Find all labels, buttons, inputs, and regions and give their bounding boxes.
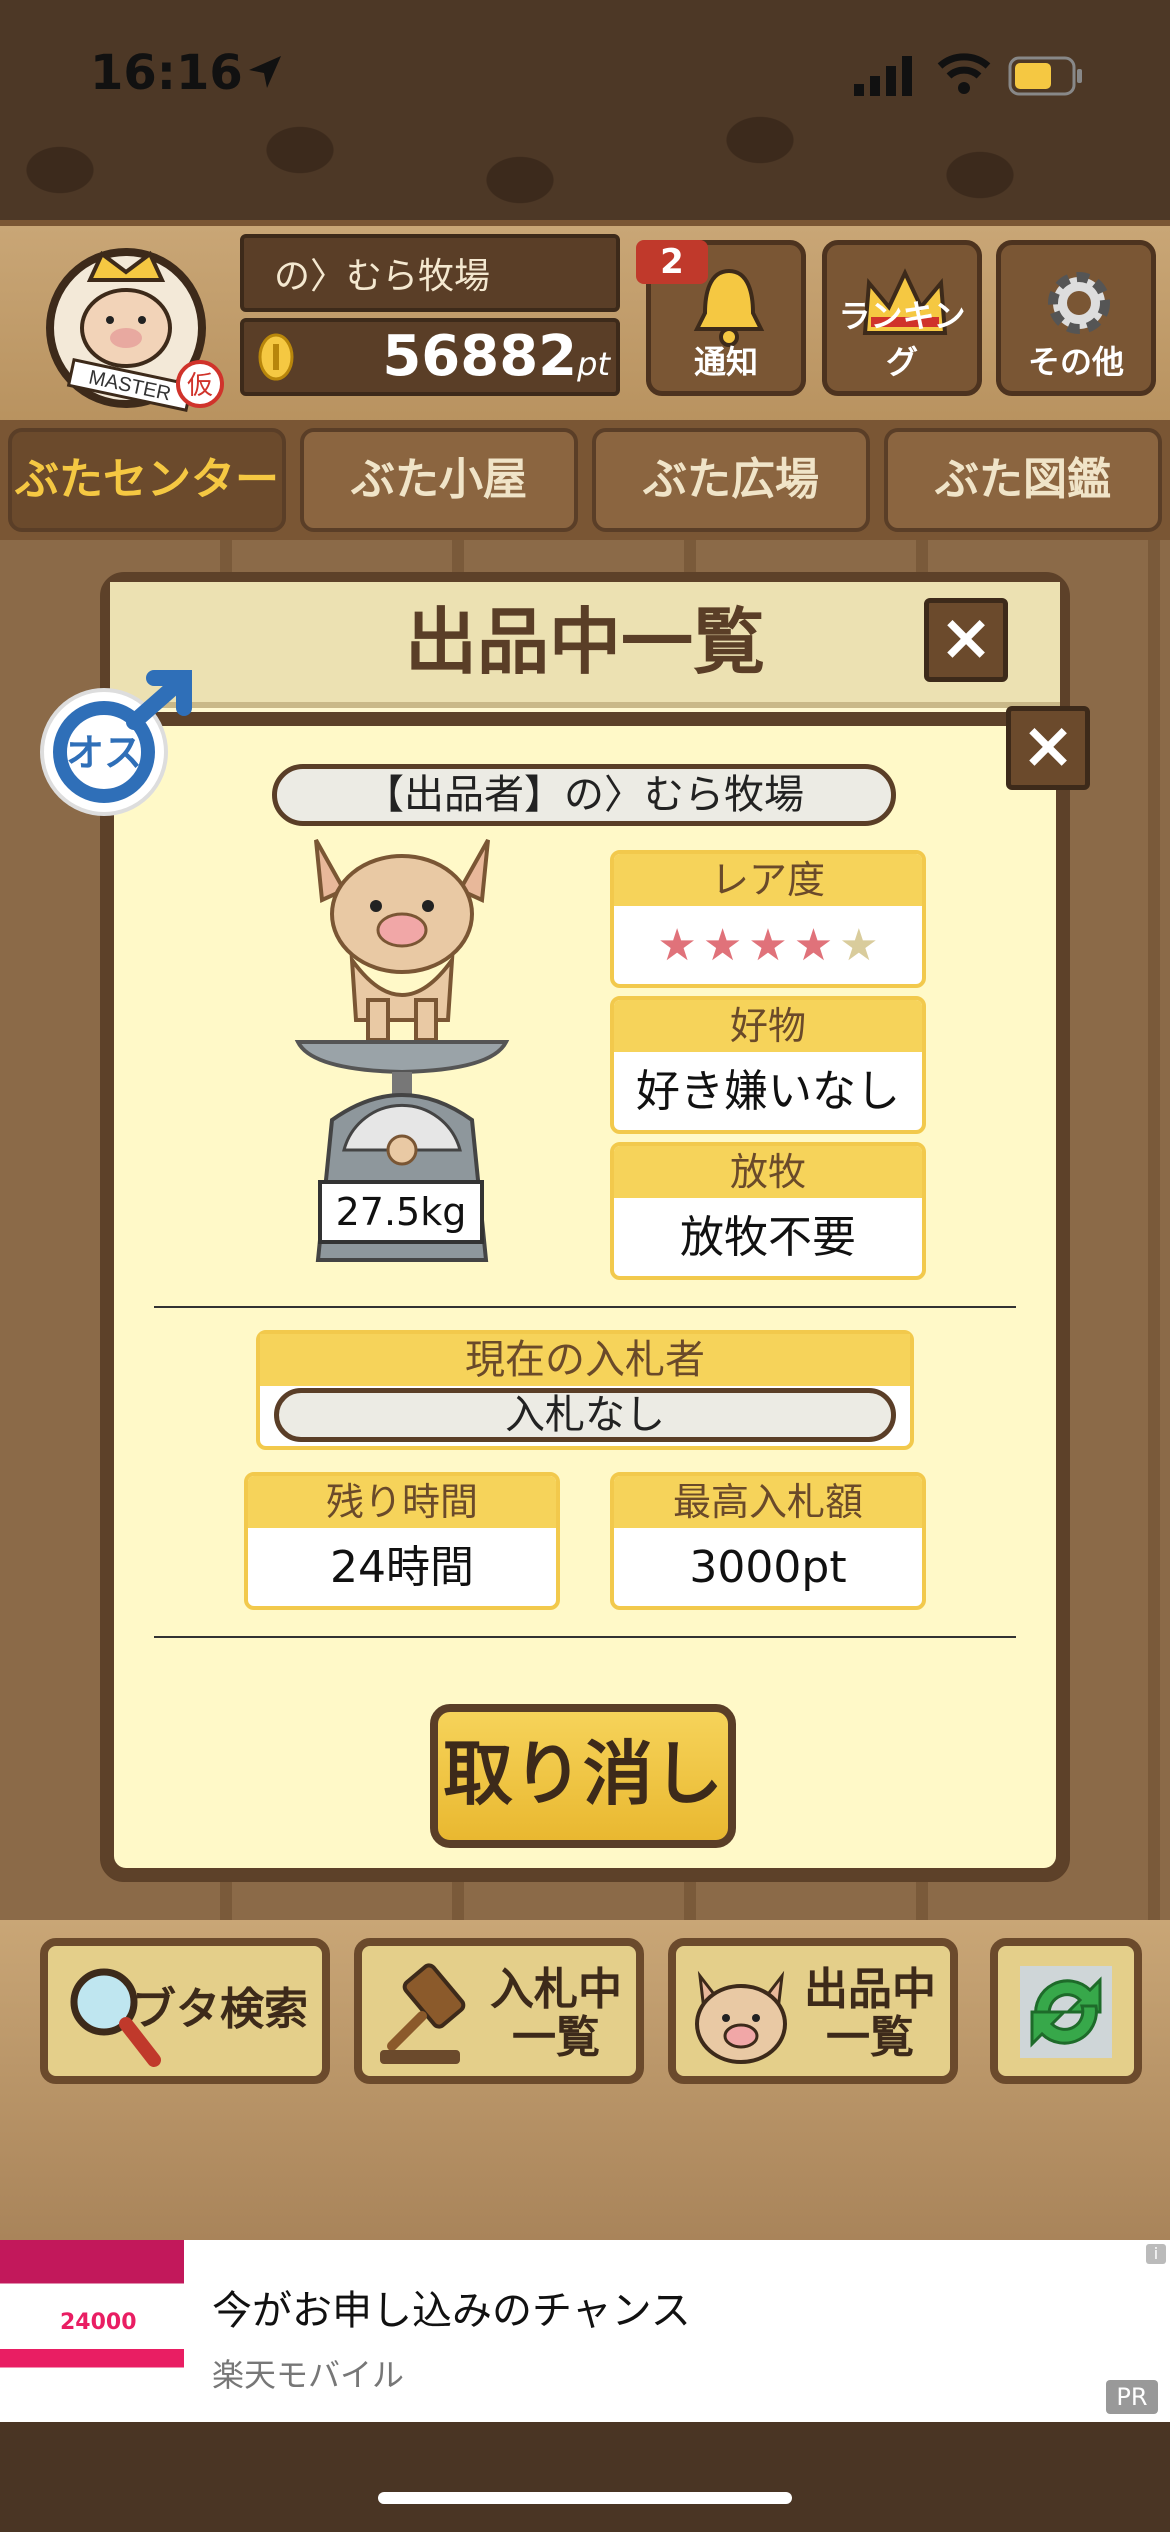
time-left-value: 24時間 [330, 1542, 474, 1593]
pig-weight: 27.5kg [318, 1180, 484, 1244]
max-bid-label: 最高入札額 [614, 1476, 922, 1528]
ad-image-amount: 24000 [60, 2310, 137, 2335]
tab-buta-barn[interactable]: ぶた小屋 [300, 428, 578, 532]
rarity-label: レア度 [614, 854, 922, 906]
bidder-label: 現在の入札者 [260, 1334, 910, 1386]
star-empty-icon: ★ [839, 920, 879, 971]
ranking-label: ランキング [838, 297, 966, 381]
pig-search-button[interactable]: ブタ検索 [40, 1938, 330, 2084]
points-value: 56882pt [300, 318, 610, 396]
tab-buta-center[interactable]: ぶたセンター [8, 428, 286, 532]
points-unit: pt [577, 345, 610, 383]
cellular-signal-icon [854, 56, 912, 96]
favorite-value: 好き嫌いなし [636, 1066, 900, 1117]
listing-list-label: 出品中 一覧 [804, 1966, 936, 2062]
listing-list-label-1: 出品中 [804, 1964, 936, 2015]
bidding-list-label-1: 入札中 [490, 1964, 622, 2015]
cancel-listing-button[interactable]: 取り消し [430, 1704, 736, 1848]
grazing-value: 放牧不要 [680, 1212, 856, 1263]
gear-icon [1048, 272, 1110, 334]
max-bid-value: 3000pt [689, 1542, 847, 1593]
master-badge-avatar[interactable]: MASTER 仮 [30, 232, 230, 412]
home-indicator[interactable] [378, 2492, 792, 2504]
bidding-list-label: 入札中 一覧 [490, 1966, 622, 2062]
badge-mark: 仮 [187, 371, 213, 401]
notification-count-badge: 2 [636, 240, 708, 284]
ad-pr-label: PR [1106, 2380, 1158, 2414]
rarity-stars: ★ ★ ★ ★ ★ [614, 906, 922, 984]
max-bid-box: 最高入札額 3000pt [610, 1472, 926, 1610]
time-left-label: 残り時間 [248, 1476, 556, 1528]
star-filled-icon: ★ [702, 920, 743, 971]
bidder-value: 入札なし [274, 1388, 896, 1442]
ad-image[interactable]: 24000 [0, 2240, 184, 2422]
star-filled-icon: ★ [748, 920, 788, 971]
male-gender-icon: オス [40, 670, 192, 816]
bidding-list-button[interactable]: 入札中 一覧 [354, 1938, 644, 2084]
current-bidder-box: 現在の入札者 入札なし [256, 1330, 914, 1450]
battery-icon [1008, 56, 1082, 96]
ranking-button[interactable]: ランキング [822, 240, 982, 396]
tab-buta-plaza[interactable]: ぶた広場 [592, 428, 870, 532]
time-left-box: 残り時間 24時間 [244, 1472, 560, 1610]
listing-list-button[interactable]: 出品中 一覧 [668, 1938, 958, 2084]
points-number: 56882 [382, 324, 578, 389]
ad-advertiser: 楽天モバイル [212, 2356, 405, 2394]
pig-search-label: ブタ検索 [132, 1984, 308, 2035]
star-filled-icon: ★ [793, 920, 834, 971]
favorite-label: 好物 [614, 1000, 922, 1052]
star-filled-icon: ★ [657, 920, 697, 971]
gavel-icon [380, 1963, 466, 2064]
wifi-icon [937, 53, 991, 94]
other-label: その他 [1027, 343, 1124, 381]
divider [154, 1306, 1016, 1308]
close-detail-button[interactable]: × [1006, 706, 1090, 790]
favorite-food-box: 好物 好き嫌いなし [610, 996, 926, 1134]
location-arrow-icon [249, 56, 281, 88]
close-listing-button[interactable]: × [924, 598, 1008, 682]
status-bar: 16:16 [0, 0, 1170, 150]
modal-title: 出品中一覧 [110, 582, 1060, 708]
tab-buta-encyclopedia[interactable]: ぶた図鑑 [884, 428, 1162, 532]
refresh-button[interactable] [990, 1938, 1142, 2084]
refresh-icon [1020, 1966, 1112, 2058]
farm-name: の〉むら牧場 [240, 234, 620, 312]
ad-title[interactable]: 今がお申し込みのチャンス [212, 2278, 691, 2336]
coin-icon [258, 333, 294, 381]
notifications-label: 通知 [693, 343, 758, 381]
grazing-label: 放牧 [614, 1146, 922, 1198]
close-icon: × [1021, 709, 1075, 783]
listing-list-label-2: 一覧 [826, 2012, 914, 2063]
bidding-list-label-2: 一覧 [512, 2012, 600, 2063]
close-icon: × [939, 601, 993, 675]
pig-face-icon [695, 1970, 787, 2064]
gender-label: オス [66, 731, 142, 775]
status-time: 16:16 [90, 45, 243, 101]
divider [154, 1636, 1016, 1638]
grazing-box: 放牧 放牧不要 [610, 1142, 926, 1280]
ad-info-icon[interactable]: i [1146, 2244, 1166, 2264]
other-button[interactable]: その他 [996, 240, 1156, 396]
seller-name: 【出品者】の〉むら牧場 [272, 764, 896, 826]
rarity-box: レア度 ★ ★ ★ ★ ★ [610, 850, 926, 988]
